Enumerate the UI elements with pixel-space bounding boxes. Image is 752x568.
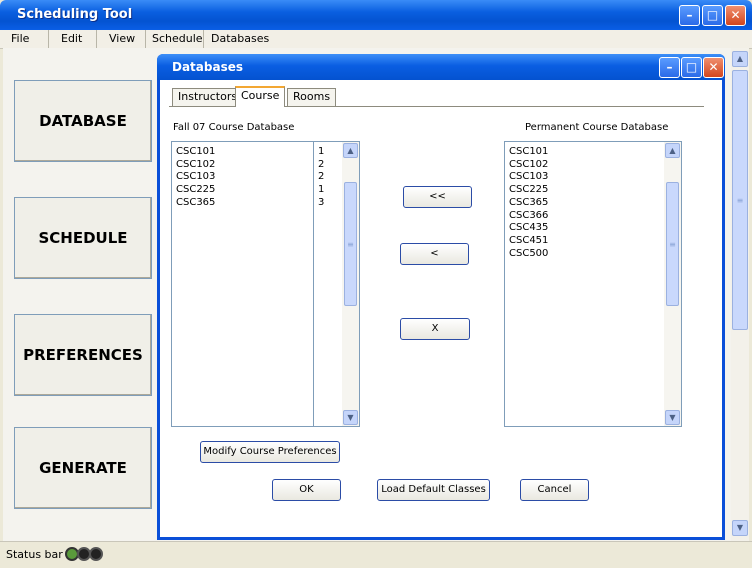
- dialog-minimize-button[interactable]: –: [659, 57, 680, 78]
- list-item[interactable]: CSC435: [509, 222, 548, 235]
- list-item[interactable]: CSC103: [176, 171, 215, 184]
- list-item[interactable]: CSC366: [509, 210, 548, 223]
- list-item[interactable]: CSC451: [509, 235, 548, 248]
- main-window: Scheduling Tool – □ ✕ File Edit View Sch…: [0, 0, 752, 568]
- scroll-down-icon[interactable]: ▼: [665, 410, 680, 425]
- list-item[interactable]: CSC365: [509, 197, 548, 210]
- main-scrollbar[interactable]: ▲ ≡ ▼: [731, 48, 749, 541]
- dialog-close-button[interactable]: ✕: [703, 57, 724, 78]
- maximize-button[interactable]: □: [702, 5, 723, 26]
- list-item[interactable]: CSC101: [176, 146, 215, 159]
- fall-course-values: 1 2 2 1 3: [318, 146, 324, 210]
- menu-separator: [96, 30, 97, 48]
- dialog-title-bar: Databases – □ ✕: [157, 54, 725, 80]
- database-button-label: DATABASE: [39, 112, 127, 130]
- scroll-down-icon[interactable]: ▼: [343, 410, 358, 425]
- tab-rooms[interactable]: Rooms: [287, 88, 337, 106]
- scroll-down-icon[interactable]: ▼: [732, 520, 748, 536]
- menu-file[interactable]: File: [5, 30, 35, 48]
- cancel-button[interactable]: Cancel: [520, 479, 589, 501]
- dialog-body: Instructors Course Rooms Fall 07 Course …: [160, 80, 722, 537]
- menu-edit[interactable]: Edit: [55, 30, 88, 48]
- app-title: Scheduling Tool: [17, 7, 133, 22]
- fall-course-names: CSC101 CSC102 CSC103 CSC225 CSC365: [176, 146, 215, 210]
- scroll-thumb[interactable]: ≡: [666, 182, 679, 306]
- ok-button[interactable]: OK: [272, 479, 341, 501]
- move-all-button[interactable]: <<: [403, 186, 472, 208]
- permanent-course-db-title: Permanent Course Database: [525, 122, 669, 133]
- list-value: 3: [318, 196, 325, 208]
- status-light-icon: [89, 547, 103, 561]
- scroll-up-icon[interactable]: ▲: [665, 143, 680, 158]
- list-item[interactable]: CSC102: [176, 159, 215, 172]
- database-button[interactable]: DATABASE: [14, 80, 152, 162]
- preferences-button-label: PREFERENCES: [23, 346, 143, 364]
- title-bar: Scheduling Tool – □ ✕: [0, 0, 752, 30]
- preferences-button[interactable]: PREFERENCES: [14, 314, 152, 396]
- list-value: 1: [318, 146, 325, 157]
- list-item[interactable]: CSC500: [509, 248, 548, 261]
- databases-dialog: Databases – □ ✕ Instructors Course Rooms…: [157, 54, 725, 540]
- scroll-thumb[interactable]: ≡: [732, 70, 748, 330]
- permanent-list-scrollbar[interactable]: ▲ ≡ ▼: [664, 142, 681, 426]
- fall-course-db-title: Fall 07 Course Database: [173, 122, 295, 133]
- tab-course[interactable]: Course: [235, 86, 286, 107]
- generate-button[interactable]: GENERATE: [14, 427, 152, 509]
- modify-course-preferences-button[interactable]: Modify Course Preferences: [200, 441, 340, 463]
- fall-list-scrollbar[interactable]: ▲ ≡ ▼: [342, 142, 359, 426]
- menu-separator: [203, 30, 204, 48]
- generate-button-label: GENERATE: [39, 459, 127, 477]
- menu-separator: [48, 30, 49, 48]
- scroll-up-icon[interactable]: ▲: [732, 51, 748, 67]
- fall-course-list[interactable]: CSC101 CSC102 CSC103 CSC225 CSC365 1 2 2…: [171, 141, 360, 427]
- move-one-button[interactable]: <: [400, 243, 469, 265]
- list-item[interactable]: CSC225: [509, 184, 548, 197]
- list-item[interactable]: CSC102: [509, 159, 548, 172]
- menu-view[interactable]: View: [103, 30, 141, 48]
- load-default-classes-button[interactable]: Load Default Classes: [377, 479, 490, 501]
- scroll-thumb[interactable]: ≡: [344, 182, 357, 306]
- list-item[interactable]: CSC103: [509, 171, 548, 184]
- list-item[interactable]: CSC225: [176, 184, 215, 197]
- schedule-button-label: SCHEDULE: [38, 229, 128, 247]
- tab-instructors[interactable]: Instructors: [172, 88, 244, 106]
- list-item[interactable]: CSC365: [176, 197, 215, 210]
- menu-databases[interactable]: Databases: [205, 30, 275, 48]
- remove-button[interactable]: X: [400, 318, 470, 340]
- schedule-button[interactable]: SCHEDULE: [14, 197, 152, 279]
- status-bar: Status bar: [0, 541, 752, 568]
- permanent-course-list[interactable]: CSC101 CSC102 CSC103 CSC225 CSC365 CSC36…: [504, 141, 682, 427]
- dialog-maximize-button[interactable]: □: [681, 57, 702, 78]
- dialog-title: Databases: [172, 60, 244, 74]
- list-value: 2: [318, 158, 325, 170]
- minimize-button[interactable]: –: [679, 5, 700, 26]
- column-divider: [313, 142, 314, 426]
- list-item[interactable]: CSC101: [509, 146, 548, 159]
- scroll-up-icon[interactable]: ▲: [343, 143, 358, 158]
- list-value: 1: [318, 184, 325, 196]
- permanent-course-names: CSC101 CSC102 CSC103 CSC225 CSC365 CSC36…: [509, 146, 548, 260]
- menu-schedule[interactable]: Schedule: [146, 30, 209, 48]
- close-button[interactable]: ✕: [725, 5, 746, 26]
- list-value: 2: [318, 171, 325, 183]
- menu-bar: File Edit View Schedule Databases: [0, 30, 752, 49]
- status-text: Status bar: [6, 548, 63, 561]
